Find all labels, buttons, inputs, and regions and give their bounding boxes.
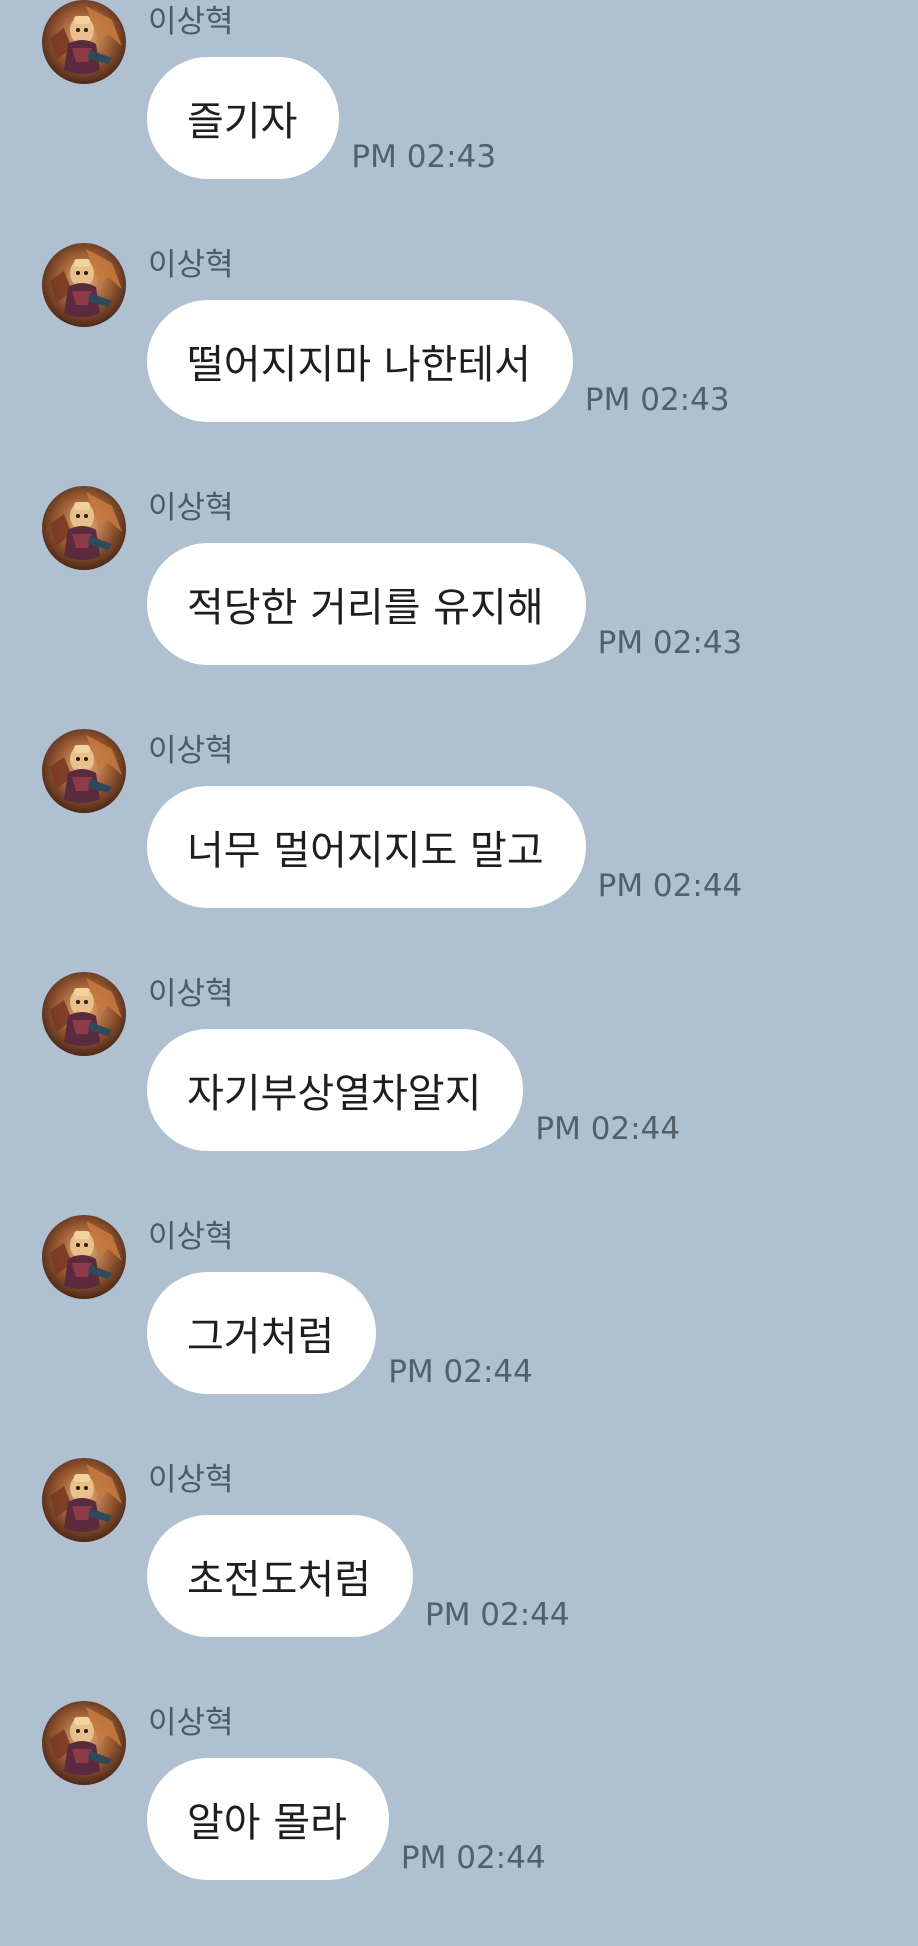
sender-name: 이상혁 <box>148 1462 234 1498</box>
message-row: 이상혁 떨어지지마 나한테서 PM 02:43 <box>0 243 918 488</box>
sender-name: 이상혁 <box>148 733 234 769</box>
message-timestamp: PM 02:44 <box>400 1840 546 1876</box>
message-bubble[interactable]: 자기부상열차알지 <box>147 1029 524 1151</box>
message-bubble[interactable]: 너무 멀어지지도 말고 <box>147 786 586 908</box>
champion-portrait-icon <box>42 972 126 1056</box>
message-bubble[interactable]: 그거처럼 <box>147 1272 377 1394</box>
champion-portrait-icon <box>42 1215 126 1299</box>
message-timestamp: PM 02:43 <box>597 625 743 661</box>
message-timestamp: PM 02:44 <box>388 1354 533 1390</box>
message-row: 이상혁 자기부상열차알지 PM 02:44 <box>0 972 918 1217</box>
message-bubble[interactable]: 초전도처럼 <box>147 1515 413 1637</box>
avatar-icon[interactable] <box>42 972 126 1056</box>
message-row: 이상혁 초전도처럼 PM 02:44 <box>0 1458 918 1703</box>
message-timestamp: PM 02:43 <box>584 382 730 418</box>
sender-name: 이상혁 <box>148 4 234 40</box>
message-row: 이상혁 너무 멀어지지도 말고 PM 02:44 <box>0 729 918 974</box>
chat-message-list[interactable]: 이상혁 즐기자 PM 02:43 이상혁 떨어지지마 나한테서 PM 02:43… <box>0 0 918 1903</box>
sender-name: 이상혁 <box>148 490 234 526</box>
avatar-icon[interactable] <box>42 0 126 84</box>
champion-portrait-icon <box>42 486 126 570</box>
sender-name: 이상혁 <box>148 976 234 1012</box>
message-timestamp: PM 02:44 <box>425 1597 570 1633</box>
message-row: 이상혁 즐기자 PM 02:43 <box>0 0 918 245</box>
avatar-icon[interactable] <box>42 1701 126 1785</box>
message-row: 이상혁 적당한 거리를 유지해 PM 02:43 <box>0 486 918 731</box>
message-bubble[interactable]: 즐기자 <box>147 57 340 179</box>
champion-portrait-icon <box>42 1458 126 1542</box>
sender-name: 이상혁 <box>148 1705 234 1741</box>
sender-name: 이상혁 <box>148 247 234 283</box>
champion-portrait-icon <box>42 243 126 327</box>
avatar-icon[interactable] <box>42 729 126 813</box>
message-bubble[interactable]: 떨어지지마 나한테서 <box>147 300 573 422</box>
sender-name: 이상혁 <box>148 1219 234 1255</box>
champion-portrait-icon <box>42 1701 126 1785</box>
champion-portrait-icon <box>42 0 126 84</box>
avatar-icon[interactable] <box>42 243 126 327</box>
message-row: 이상혁 알아 몰라 PM 02:44 <box>0 1701 918 1946</box>
champion-portrait-icon <box>42 729 126 813</box>
avatar-icon[interactable] <box>42 1215 126 1299</box>
message-timestamp: PM 02:43 <box>351 139 497 175</box>
avatar-icon[interactable] <box>42 486 126 570</box>
message-row: 이상혁 그거처럼 PM 02:44 <box>0 1215 918 1460</box>
avatar-icon[interactable] <box>42 1458 126 1542</box>
message-timestamp: PM 02:44 <box>535 1111 681 1147</box>
message-bubble[interactable]: 알아 몰라 <box>147 1758 389 1880</box>
message-bubble[interactable]: 적당한 거리를 유지해 <box>147 543 586 665</box>
message-timestamp: PM 02:44 <box>597 868 743 904</box>
